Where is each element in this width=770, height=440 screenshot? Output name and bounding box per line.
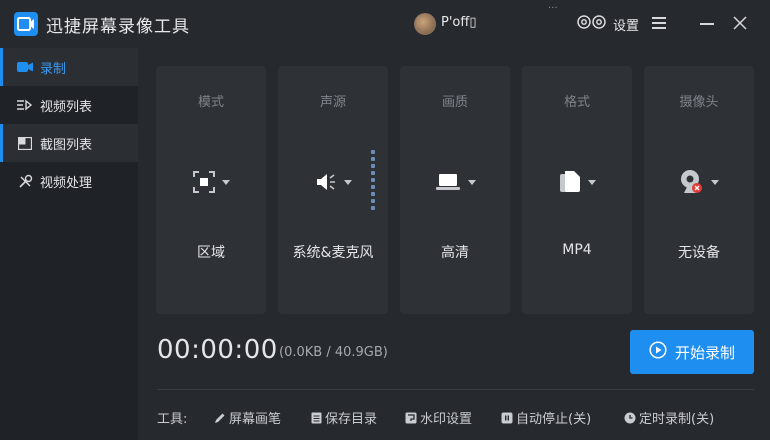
format-card[interactable]: 格式 MP4	[522, 66, 632, 314]
clock-icon	[624, 412, 636, 424]
tools-label: 工具:	[157, 412, 188, 427]
card-value: 系统&麦克风	[292, 245, 374, 261]
card-value: 无设备	[678, 245, 720, 261]
tools-bar: 工具: 屏幕画笔 保存目录 水印设置 自动停止(关) 定时录制(关)	[157, 408, 767, 427]
card-title: 模式	[197, 95, 224, 110]
list-icon	[17, 98, 33, 112]
tool-label: 定时录制(关)	[639, 412, 715, 427]
app-logo-icon	[14, 12, 38, 36]
card-title: 格式	[563, 95, 590, 110]
sidebar-item-screenshot-list[interactable]: 截图列表	[0, 124, 138, 162]
start-record-button[interactable]: 开始录制	[630, 330, 754, 374]
play-circle-icon	[649, 341, 667, 363]
quality-card[interactable]: 画质 高清	[400, 66, 510, 314]
region-select-icon	[156, 167, 266, 197]
sidebar-item-label: 截图列表	[40, 137, 93, 153]
audio-source-card[interactable]: 声源 系统&麦克风	[278, 66, 388, 314]
recording-timer: 00:00:00	[157, 335, 278, 365]
tool-label: 自动停止(关)	[516, 412, 592, 427]
file-icon	[522, 167, 632, 197]
mode-card[interactable]: 模式 区域	[156, 66, 266, 314]
more-dots-icon: ···	[548, 3, 558, 14]
webcam-card[interactable]: 摄像头 无设备	[644, 66, 754, 314]
tool-label: 水印设置	[420, 412, 473, 427]
tools-icon	[17, 174, 33, 188]
user-name[interactable]: P'off▯	[441, 15, 476, 30]
chevron-down-icon	[467, 179, 476, 185]
volume-meter	[371, 150, 375, 210]
card-title: 画质	[441, 95, 468, 110]
chevron-down-icon	[221, 179, 230, 185]
minimize-icon[interactable]	[700, 23, 714, 25]
settings-button[interactable]: 设置	[577, 13, 639, 35]
auto-stop-icon	[501, 412, 513, 424]
chevron-down-icon	[587, 179, 596, 185]
sidebar-item-video-processing[interactable]: 视频处理	[0, 162, 138, 200]
tool-label: 保存目录	[325, 412, 378, 427]
card-title: 声源	[319, 95, 346, 110]
sidebar-item-label: 录制	[40, 61, 67, 77]
chevron-down-icon	[710, 179, 719, 185]
chevron-down-icon	[343, 179, 352, 185]
menu-icon[interactable]	[652, 17, 666, 29]
card-title: 摄像头	[679, 95, 719, 110]
avatar[interactable]	[414, 13, 436, 35]
watermark-icon	[405, 412, 417, 424]
start-record-label: 开始录制	[674, 343, 735, 362]
sidebar-item-label: 视频处理	[40, 175, 93, 191]
tool-watermark-settings[interactable]: 水印设置	[405, 408, 472, 427]
card-value: MP4	[562, 242, 592, 258]
settings-icon	[577, 14, 607, 34]
sidebar-item-record[interactable]: 录制	[0, 48, 138, 86]
card-value: 高清	[441, 245, 469, 261]
sidebar-item-label: 视频列表	[40, 99, 93, 115]
tool-screen-pen[interactable]: 屏幕画笔	[214, 408, 281, 427]
sidebar: 录制 视频列表 截图列表 视频处理	[0, 48, 138, 440]
card-value: 区域	[197, 245, 225, 261]
title-bar: 迅捷屏幕录像工具 ··· P'off▯ 设置	[0, 0, 770, 48]
folder-icon	[310, 412, 322, 424]
screenshot-list-icon	[17, 136, 33, 150]
app-title: 迅捷屏幕录像工具	[46, 17, 190, 37]
tool-scheduled-recording[interactable]: 定时录制(关)	[624, 408, 714, 427]
divider	[157, 389, 754, 390]
tool-save-directory[interactable]: 保存目录	[310, 408, 377, 427]
video-camera-icon	[17, 60, 33, 74]
pen-icon	[214, 412, 226, 424]
settings-label: 设置	[613, 18, 640, 34]
laptop-icon	[400, 167, 510, 197]
tool-label: 屏幕画笔	[229, 412, 282, 427]
tool-auto-stop[interactable]: 自动停止(关)	[501, 408, 591, 427]
sidebar-item-video-list[interactable]: 视频列表	[0, 86, 138, 124]
close-icon[interactable]	[731, 14, 749, 32]
webcam-off-icon	[644, 167, 754, 197]
file-size-readout: (0.0KB / 40.9GB)	[279, 345, 388, 360]
